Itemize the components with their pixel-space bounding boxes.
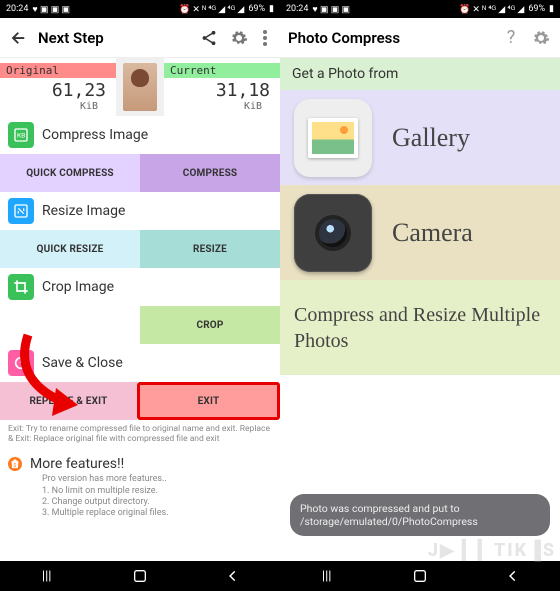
- quick-compress-button[interactable]: QUICK COMPRESS: [0, 154, 140, 192]
- size-bar: Original 61,23 KiB Current 31,18 KiB: [0, 58, 280, 116]
- section-resize-title: Resize Image: [42, 203, 125, 219]
- current-unit: KiB: [244, 101, 280, 112]
- save-hint: Exit: Try to rename compressed file to o…: [0, 420, 280, 450]
- status-signal-icon-r: ⏰ ✕ ᴺ ⁴ᴳ ◢ ⁴ᴳ ◢: [459, 4, 524, 15]
- tile-gallery-label: Gallery: [392, 123, 546, 153]
- gallery-icon: [294, 99, 372, 177]
- nav-bar-r: |||: [280, 561, 560, 591]
- camera-icon: [294, 194, 372, 272]
- original-size-col: Original 61,23 KiB: [0, 58, 116, 116]
- more-sub: Pro version has more features.. 1. No li…: [8, 474, 272, 519]
- original-label: Original: [0, 63, 116, 78]
- status-battery-r: 69%: [528, 4, 545, 14]
- status-bar: 20:24 ♥ ▣ ▣ ▣ ⏰ ✕ ᴺ ⁴ᴳ ◢ ⁴ᴳ ◢ 69% ▮: [0, 0, 280, 18]
- nav-back-icon-r[interactable]: [501, 564, 525, 588]
- tile-camera[interactable]: Camera: [280, 185, 560, 280]
- status-signal-icon: ⏰ ✕ ᴺ ⁴ᴳ ◢ ⁴ᴳ ◢: [179, 4, 244, 15]
- help-icon[interactable]: ?: [500, 27, 522, 49]
- get-photo-header: Get a Photo from: [280, 58, 560, 90]
- original-value: 61,23: [52, 80, 116, 101]
- section-more: $ More features!! Pro version has more f…: [0, 450, 280, 523]
- section-save-title: Save & Close: [42, 355, 123, 371]
- share-icon[interactable]: [198, 27, 220, 49]
- section-compress: KB Compress Image: [0, 116, 280, 154]
- current-value: 31,18: [216, 80, 280, 101]
- watermark: J▶ ▎▎TIK▐S: [428, 540, 556, 561]
- tile-gallery[interactable]: Gallery: [280, 90, 560, 185]
- nav-home-icon[interactable]: [128, 564, 152, 588]
- exit-button[interactable]: EXIT: [137, 382, 280, 420]
- status-indicator-icon-r: ♥ ▣ ▣ ▣: [312, 4, 350, 15]
- status-time-r: 20:24: [286, 4, 308, 14]
- screen-right: 20:24 ♥ ▣ ▣ ▣ ⏰ ✕ ᴺ ⁴ᴳ ◢ ⁴ᴳ ◢ 69% ▮ Phot…: [280, 0, 560, 591]
- crop-empty: [0, 306, 140, 344]
- compress-buttons: QUICK COMPRESS COMPRESS: [0, 154, 280, 192]
- photo-thumbnail[interactable]: [116, 58, 164, 116]
- resize-buttons: QUICK RESIZE RESIZE: [0, 230, 280, 268]
- resize-button[interactable]: RESIZE: [140, 230, 280, 268]
- svg-text:KB: KB: [17, 132, 25, 140]
- resize-icon: [8, 198, 34, 224]
- status-battery: 69%: [248, 4, 265, 14]
- nav-home-icon-r[interactable]: [408, 564, 432, 588]
- page-title-r: Photo Compress: [288, 29, 492, 47]
- status-time: 20:24: [6, 4, 28, 14]
- toast-message: Photo was compressed and put to /storage…: [290, 494, 550, 536]
- tile-multi[interactable]: Compress and Resize Multiple Photos: [280, 280, 560, 375]
- current-label: Current: [164, 63, 280, 78]
- tile-multi-label: Compress and Resize Multiple Photos: [294, 302, 546, 354]
- header-left: Next Step: [0, 18, 280, 58]
- section-save: Save & Close: [0, 344, 280, 382]
- quick-resize-button[interactable]: QUICK RESIZE: [0, 230, 140, 268]
- compress-button[interactable]: COMPRESS: [140, 154, 280, 192]
- crop-buttons: CROP: [0, 306, 280, 344]
- section-resize: Resize Image: [0, 192, 280, 230]
- nav-bar: |||: [0, 561, 280, 591]
- status-indicator-icon: ♥ ▣ ▣ ▣: [32, 4, 70, 15]
- current-size-col: Current 31,18 KiB: [164, 58, 280, 116]
- status-bar-r: 20:24 ♥ ▣ ▣ ▣ ⏰ ✕ ᴺ ⁴ᴳ ◢ ⁴ᴳ ◢ 69% ▮: [280, 0, 560, 18]
- replace-exit-button[interactable]: REPLACE & EXIT: [0, 382, 137, 420]
- page-title: Next Step: [38, 29, 190, 47]
- svg-text:$: $: [13, 462, 16, 469]
- crop-button[interactable]: CROP: [140, 306, 280, 344]
- tile-camera-label: Camera: [392, 218, 546, 248]
- compress-icon: KB: [8, 122, 34, 148]
- header-right: Photo Compress ?: [280, 18, 560, 58]
- more-title: More features!!: [30, 456, 124, 472]
- gear-icon-r[interactable]: [530, 27, 552, 49]
- section-crop-title: Crop Image: [42, 279, 114, 295]
- screen-left: 20:24 ♥ ▣ ▣ ▣ ⏰ ✕ ᴺ ⁴ᴳ ◢ ⁴ᴳ ◢ 69% ▮ Next…: [0, 0, 280, 591]
- battery-icon: ▮: [269, 4, 274, 14]
- crop-icon: [8, 274, 34, 300]
- gear-icon[interactable]: [228, 27, 250, 49]
- bag-icon: $: [8, 457, 22, 471]
- more-icon[interactable]: [258, 27, 272, 49]
- nav-back-icon[interactable]: [221, 564, 245, 588]
- section-compress-title: Compress Image: [42, 127, 148, 143]
- original-unit: KiB: [80, 101, 116, 112]
- nav-recent-icon[interactable]: |||: [35, 564, 59, 588]
- back-icon[interactable]: [8, 27, 30, 49]
- nav-recent-icon-r[interactable]: |||: [315, 564, 339, 588]
- save-buttons: REPLACE & EXIT EXIT: [0, 382, 280, 420]
- section-crop: Crop Image: [0, 268, 280, 306]
- battery-icon-r: ▮: [549, 4, 554, 14]
- power-icon: [8, 350, 34, 376]
